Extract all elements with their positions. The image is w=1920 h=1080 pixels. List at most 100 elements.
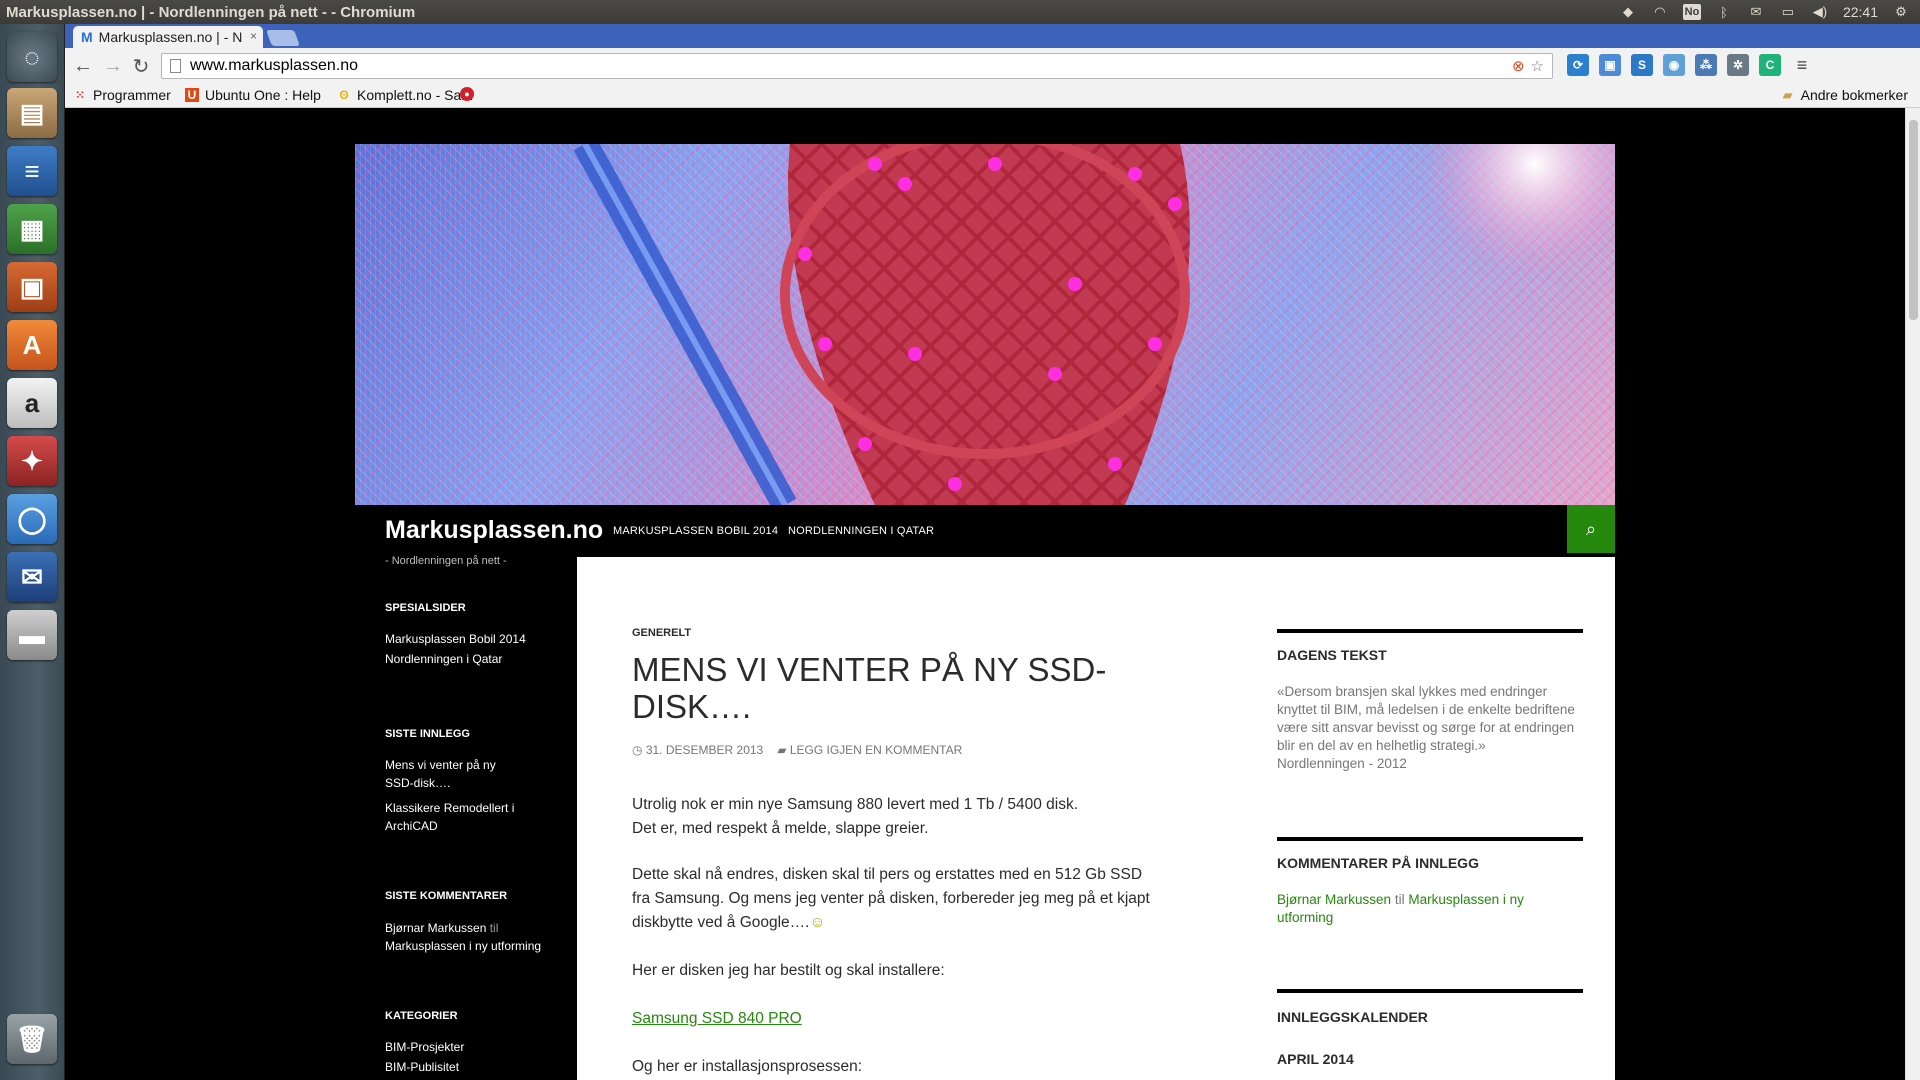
site-navigation-bar: Markusplassen.no MARKUSPLASSEN BOBIL 201… [355, 505, 1615, 557]
clock[interactable]: 22:41 [1843, 4, 1878, 20]
files-icon[interactable]: ▤ [7, 88, 57, 138]
widget-rule [1277, 837, 1583, 841]
site-title[interactable]: Markusplassen.no [385, 516, 603, 545]
tab-close-icon[interactable]: × [250, 29, 257, 43]
battery-icon[interactable]: ▭ [1779, 4, 1797, 20]
ext-screen-icon[interactable]: ▣ [1599, 54, 1621, 76]
software-center-icon[interactable]: A [7, 320, 57, 370]
system-settings-icon[interactable]: ✦ [7, 436, 57, 486]
keyboard-layout-indicator[interactable]: No [1682, 4, 1701, 20]
widget-rule [1277, 629, 1583, 633]
widget-title-daily-text: DAGENS TEKST [1277, 647, 1387, 663]
post-category-link[interactable]: GENERELT [632, 627, 691, 639]
post-paragraph-2: Dette skal nå endres, disken skal til pe… [632, 866, 1150, 931]
sidebar-link-recent-post-2[interactable]: Klassikere Remodellert i ArchiCAD [385, 799, 525, 835]
widget-title-recent-comments: SISTE KOMMENTARER [385, 890, 508, 902]
apps-grid-icon: ⁙ [74, 88, 86, 102]
bookmark-star-icon[interactable]: ☆ [1531, 57, 1544, 75]
post-date[interactable]: ◷ 31. DESEMBER 2013 [632, 743, 763, 757]
widget-title-comments: KOMMENTARER PÅ INNLEGG [1277, 855, 1479, 871]
search-toggle-button[interactable]: ⌕ [1567, 505, 1615, 553]
bookmark-other[interactable]: ▰ Andre bokmerker [1781, 87, 1908, 103]
site-favicon-icon: M [81, 29, 93, 45]
tab-active[interactable]: M Markusplassen.no | - N × [73, 26, 263, 48]
sidebar-category-bim-prosjekter[interactable]: BIM-Prosjekter [385, 1038, 555, 1056]
ext-refresh-icon[interactable]: ✲ [1727, 54, 1749, 76]
wifi-icon[interactable]: ◠ [1651, 4, 1669, 20]
main-content: GENERELT MENS VI VENTER PÅ NY SSD-DISK….… [577, 557, 1615, 1080]
ext-camera-icon[interactable]: ◉ [1663, 54, 1685, 76]
samsung-ssd-link[interactable]: Samsung SSD 840 PRO [632, 1010, 802, 1027]
sidebar-link-qatar[interactable]: Nordlenningen i Qatar [385, 650, 555, 668]
site-page: Markusplassen.no MARKUSPLASSEN BOBIL 201… [355, 108, 1615, 1080]
forward-button[interactable]: → [101, 54, 125, 78]
calc-icon[interactable]: ▦ [7, 204, 57, 254]
post-title[interactable]: MENS VI VENTER PÅ NY SSD-DISK…. [632, 651, 1132, 725]
launcher: ◌ ▤ ≡ ▦ ▣ A a ✦ ◯ ✉ ▬ 🗑 [0, 24, 65, 1080]
nav-bobil-2014[interactable]: MARKUSPLASSEN BOBIL 2014 [613, 525, 778, 537]
comment-icon: ▰ [777, 743, 787, 757]
top-panel: Markusplassen.no | - Nordlenningen på ne… [0, 0, 1920, 24]
post-paragraph-1: Utrolig nok er min nye Samsung 880 lever… [632, 796, 1078, 837]
volume-icon[interactable]: ◀) [1811, 4, 1829, 20]
thunderbird-icon[interactable]: ✉ [7, 552, 57, 602]
right-recent-comment: Bjørnar Markussen til Markusplassen i ny… [1277, 891, 1583, 927]
sidebar-recent-comment: Bjørnar Markussen til Markusplassen i ny… [385, 919, 555, 955]
writer-icon[interactable]: ≡ [7, 146, 57, 196]
reload-button[interactable]: ↻ [129, 54, 153, 78]
sidebar-link-bobil[interactable]: Markusplassen Bobil 2014 [385, 630, 555, 648]
post-paragraph-3: Her er disken jeg har bestilt og skal in… [632, 962, 945, 979]
browser-window: M Markusplassen.no | - N × ← → ↻ www.mar… [65, 24, 1920, 1080]
tab-strip: M Markusplassen.no | - N × [65, 24, 1920, 48]
header-artwork [573, 144, 1615, 505]
bookmark-apps[interactable]: ⁙ Programmer [73, 87, 171, 103]
comment-author-link[interactable]: Bjørnar Markussen [385, 921, 486, 935]
bookmark-ubuntu-one[interactable]: U Ubuntu One : Help [185, 87, 321, 103]
ext-s-icon[interactable]: S [1631, 54, 1653, 76]
bookmark-red[interactable]: ● [460, 87, 474, 101]
site-tagline: - Nordlenningen på nett - [385, 555, 507, 567]
dash-home-icon[interactable]: ◌ [7, 32, 57, 82]
nav-nordlenningen-qatar[interactable]: NORDLENNINGEN I QATAR [788, 525, 934, 537]
back-button[interactable]: ← [71, 54, 95, 78]
impress-icon[interactable]: ▣ [7, 262, 57, 312]
ext-share-icon[interactable]: ⁂ [1695, 54, 1717, 76]
sidebar-link-recent-post-1[interactable]: Mens vi venter på ny SSD-disk…. [385, 756, 525, 792]
extensions-area: ⟳ ▣ S ◉ ⁂ ✲ C ≡ [1567, 54, 1813, 76]
calendar-month: APRIL 2014 [1277, 1051, 1354, 1067]
browser-toolbar: ← → ↻ www.markusplassen.no ⊗ ☆ ⟳ ▣ S ◉ ⁂… [65, 48, 1920, 84]
page-scrollbar[interactable] [1905, 108, 1920, 1080]
komplett-icon: ʘ [339, 88, 349, 102]
right-comment-author-link[interactable]: Bjørnar Markussen [1277, 892, 1391, 907]
bookmark-komplett[interactable]: ʘ Komplett.no - Sam [337, 87, 473, 103]
menu-icon[interactable]: ≡ [1791, 54, 1813, 76]
ubuntu-one-icon: U [185, 88, 199, 102]
daily-quote: «Dersom bransjen skal lykkes med endring… [1277, 684, 1575, 753]
chromium-icon[interactable]: ◯ [7, 494, 57, 544]
comment-post-link[interactable]: Markusplassen i ny utforming [385, 939, 541, 953]
red-circle-icon: ● [460, 87, 474, 101]
scrollbar-thumb[interactable] [1909, 120, 1918, 320]
post-paragraph-link: Samsung SSD 840 PRO [632, 1007, 1162, 1031]
new-tab-button[interactable] [266, 30, 300, 46]
blocked-icon[interactable]: ⊗ [1512, 57, 1525, 75]
bluetooth-icon[interactable]: ᛒ [1715, 4, 1733, 20]
sidebar-category-bim-publisitet[interactable]: BIM-Publisitet [385, 1058, 555, 1076]
post-comment-link[interactable]: ▰ LEGG IGJEN EN KOMMENTAR [777, 743, 962, 757]
widget-rule [1277, 989, 1583, 993]
search-icon: ⌕ [1585, 518, 1597, 539]
address-bar[interactable]: www.markusplassen.no ⊗ ☆ [161, 53, 1553, 79]
gear-icon[interactable]: ⚙ [1892, 4, 1910, 20]
disk-icon[interactable]: ▬ [7, 610, 57, 660]
dropbox-icon[interactable]: ◆ [1619, 4, 1637, 20]
header-image[interactable] [355, 144, 1615, 505]
trash-icon[interactable]: 🗑 [7, 1014, 57, 1064]
amazon-icon[interactable]: a [7, 378, 57, 428]
bookmarks-bar: ⁙ Programmer U Ubuntu One : Help ʘ Kompl… [65, 84, 1920, 108]
comment-connector: til [489, 921, 499, 935]
ext-c-icon[interactable]: C [1759, 54, 1781, 76]
smiley-icon: ☺ [809, 914, 826, 931]
widget-title-categories: KATEGORIER [385, 1010, 458, 1022]
mail-icon[interactable]: ✉ [1747, 4, 1765, 20]
ext-sync-icon[interactable]: ⟳ [1567, 54, 1589, 76]
